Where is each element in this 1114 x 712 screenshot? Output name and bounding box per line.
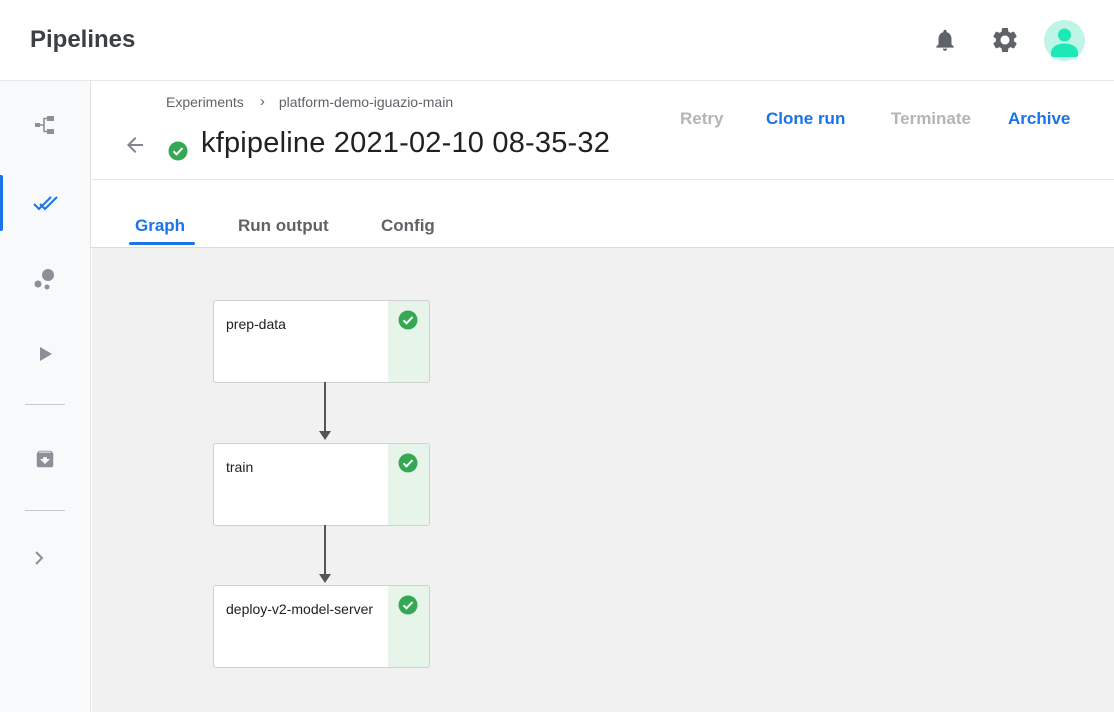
archive-button[interactable]: Archive	[1008, 109, 1070, 129]
tab-graph[interactable]: Graph	[135, 216, 185, 236]
graph-node[interactable]: prep-data	[213, 300, 430, 383]
notifications-icon[interactable]	[927, 22, 963, 58]
node-label: deploy-v2-model-server	[226, 601, 374, 617]
done-all-icon	[33, 196, 58, 211]
success-status-icon	[168, 141, 188, 161]
breadcrumb-experiments-link[interactable]: Experiments	[166, 94, 244, 110]
pipeline-icon	[35, 116, 54, 134]
breadcrumb: Experiments › platform-demo-iguazio-main	[166, 93, 453, 110]
back-button[interactable]	[121, 131, 149, 159]
settings-icon[interactable]	[987, 22, 1023, 58]
success-check-icon	[398, 310, 418, 330]
node-label: train	[226, 459, 254, 475]
tab-config[interactable]: Config	[381, 216, 435, 236]
arrow-back-icon	[127, 137, 143, 153]
runs-nav[interactable]	[0, 326, 90, 382]
tab-bar: Graph Run output Config	[91, 180, 1114, 248]
terminate-button[interactable]: Terminate	[891, 109, 971, 129]
run-header: Experiments › platform-demo-iguazio-main…	[91, 81, 1114, 180]
top-bar: Pipelines	[0, 0, 1114, 81]
node-status	[388, 586, 429, 667]
run-title: kfpipeline 2021-02-10 08-35-32	[201, 127, 611, 159]
experiments-nav[interactable]	[0, 175, 90, 231]
graph-edge	[319, 382, 331, 440]
success-check-icon	[398, 595, 418, 615]
app-title: Pipelines	[30, 26, 136, 53]
success-check-icon	[398, 453, 418, 473]
artifacts-nav[interactable]	[0, 251, 90, 307]
nav-divider	[25, 510, 65, 511]
expand-nav[interactable]	[0, 530, 84, 586]
archive-icon	[36, 450, 54, 468]
node-status	[388, 301, 429, 382]
play-icon	[40, 347, 52, 361]
active-tab-indicator	[129, 242, 195, 245]
graph-node[interactable]: deploy-v2-model-server	[213, 585, 430, 668]
chevron-right-icon	[35, 551, 44, 565]
bubbles-icon	[34, 269, 54, 290]
retry-button[interactable]: Retry	[680, 109, 723, 129]
breadcrumb-experiment-link[interactable]: platform-demo-iguazio-main	[279, 94, 453, 110]
tab-run-output[interactable]: Run output	[238, 216, 329, 236]
nav-divider	[25, 404, 65, 405]
archive-nav[interactable]	[0, 431, 90, 487]
breadcrumb-separator: ›	[259, 93, 265, 110]
pipeline-graph: prep-data train deploy-v2-model-server	[92, 248, 1114, 712]
graph-node[interactable]: train	[213, 443, 430, 526]
node-label: prep-data	[226, 316, 286, 332]
pipelines-nav[interactable]	[0, 97, 90, 153]
graph-edge	[319, 525, 331, 583]
account-avatar[interactable]	[1044, 20, 1085, 61]
node-status	[388, 444, 429, 525]
clone-run-button[interactable]: Clone run	[766, 109, 845, 129]
sidebar	[0, 81, 91, 712]
